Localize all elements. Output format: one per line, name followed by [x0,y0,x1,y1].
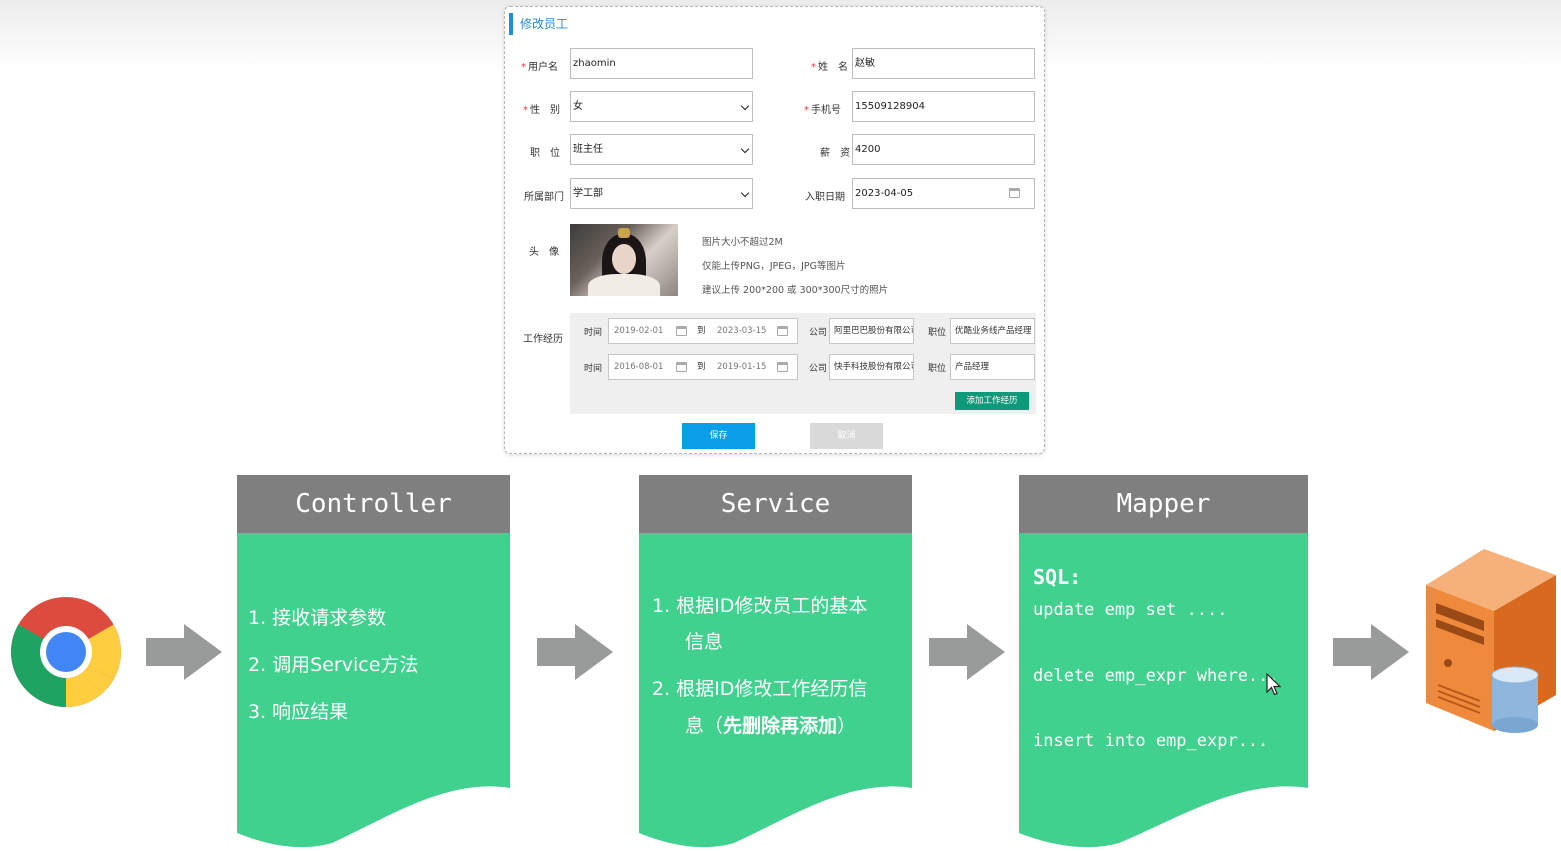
exp-company-label: 公司 [809,328,828,338]
service-step-1-line-1: 1. 根据ID修改员工的基本 [652,595,868,617]
save-button[interactable]: 保存 [682,423,755,449]
server-database-icon [1426,549,1556,733]
calendar-icon [777,362,788,372]
username-label: * 用户名 [521,62,558,73]
avatar-hint-format: 仅能上传PNG，JPEG，JPG等图片 [702,261,846,272]
calendar-icon [676,362,687,372]
salary-input[interactable]: 4200 [852,134,1035,165]
exp-company-input[interactable]: 快手科技股份有限公司 [829,354,914,380]
gender-select[interactable]: 女 [570,91,753,122]
cancel-button[interactable]: 取消 [810,423,883,449]
name-label: * 姓 名 [811,62,848,73]
avatar-label: 头 像 [529,247,559,258]
exp-job-label: 职位 [928,364,947,374]
entry-date-picker[interactable]: 2023-04-05 [852,178,1035,209]
controller-step-1: 1. 接收请求参数 [248,607,387,629]
dialog-title: 修改员工 [509,13,709,35]
chevron-down-icon [740,101,750,111]
mapper-sql-update: update emp set .... [1033,600,1228,620]
mouse-cursor-icon [1266,673,1282,696]
chevron-down-icon [740,188,750,198]
mapper-sql-label: SQL: [1033,565,1082,589]
mapper-box: Mapper SQL: update emp set .... delete e… [1019,475,1308,851]
exp-company-input[interactable]: 阿里巴巴股份有限公司 [829,318,914,344]
arrow-right-icon [1333,624,1409,680]
mapper-sql-insert: insert into emp_expr... [1033,731,1269,751]
exp-job-input[interactable]: 产品经理 [950,354,1035,380]
controller-step-2: 2. 调用Service方法 [248,654,419,676]
arrow-right-icon [929,624,1005,680]
phone-label: * 手机号 [804,105,841,116]
avatar-hint-dimension: 建议上传 200*200 或 300*300尺寸的照片 [702,285,889,296]
service-step-2-line-2: 息（先删除再添加） [685,715,857,737]
exp-date-range[interactable]: 2019-02-01 到 2023-03-15 [608,318,798,344]
service-step-2-line-1: 2. 根据ID修改工作经历信 [652,678,868,700]
name-input[interactable]: 赵敏 [852,48,1035,79]
mapper-sql-delete: delete emp_expr where... [1033,666,1279,686]
exp-job-label: 职位 [928,328,947,338]
add-experience-button[interactable]: 添加工作经历 [955,392,1029,410]
position-label: 职 位 [530,148,560,159]
avatar-image[interactable] [570,224,678,296]
exp-company-label: 公司 [809,364,828,374]
controller-box: Controller 1. 接收请求参数 2. 调用Service方法 3. 响… [237,475,510,851]
service-box: Service 1. 根据ID修改员工的基本 信息 2. 根据ID修改工作经历信… [639,475,912,851]
service-title: Service [639,475,912,533]
mapper-title: Mapper [1019,475,1308,533]
exp-job-input[interactable]: 优酷业务线产品经理 [950,318,1035,344]
department-select[interactable]: 学工部 [570,178,753,209]
exp-time-label: 时间 [584,328,603,338]
controller-title: Controller [237,475,510,533]
work-experience-label: 工作经历 [523,334,563,345]
gender-label: * 性 别 [523,105,560,116]
position-select[interactable]: 班主任 [570,134,753,165]
username-input[interactable]: zhaomin [570,48,753,79]
calendar-icon [777,326,788,336]
exp-time-label: 时间 [584,364,603,374]
chrome-browser-icon [11,597,121,707]
salary-label: 薪 资 [820,148,850,159]
arrow-right-icon [146,624,222,680]
chevron-down-icon [740,144,750,154]
phone-input[interactable]: 15509128904 [852,91,1035,122]
avatar-hint-size: 图片大小不超过2M [702,237,783,248]
department-label: 所属部门 [524,192,564,203]
controller-step-3: 3. 响应结果 [248,701,349,723]
arrow-right-icon [537,624,613,680]
entry-date-label: 入职日期 [805,192,845,203]
calendar-icon [1009,188,1020,198]
calendar-icon [676,326,687,336]
exp-date-range[interactable]: 2016-08-01 到 2019-01-15 [608,354,798,380]
service-step-1-line-2: 信息 [685,631,724,653]
